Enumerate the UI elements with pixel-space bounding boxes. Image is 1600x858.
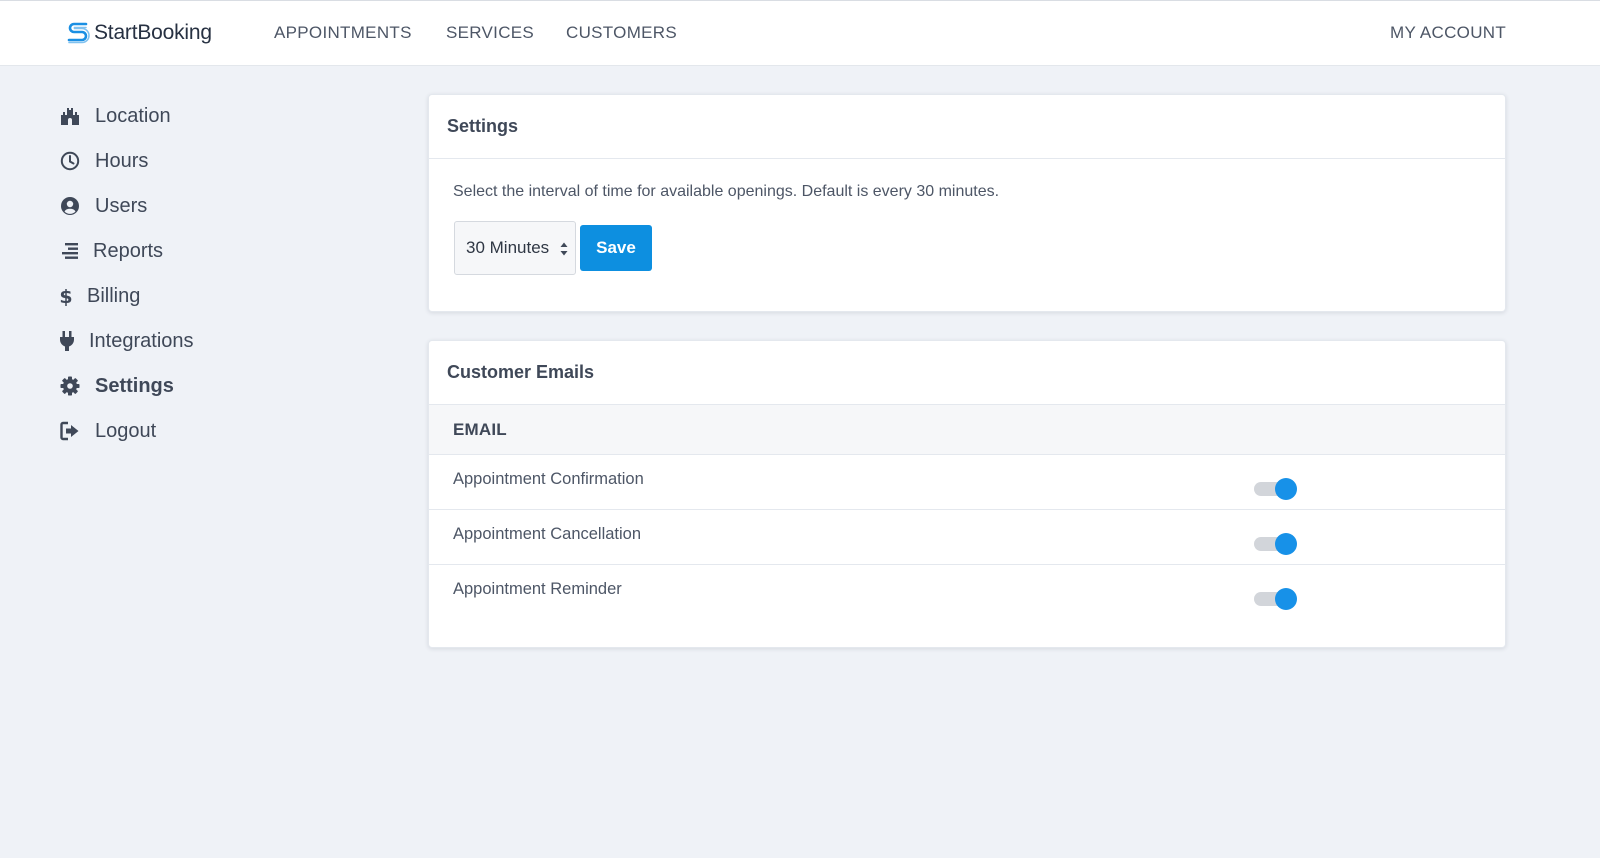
nav-appointments[interactable]: APPOINTMENTS xyxy=(274,23,412,43)
toggle-knob xyxy=(1275,478,1297,500)
sidebar-item-label: Settings xyxy=(95,374,174,397)
email-row-confirmation: Appointment Confirmation xyxy=(429,455,1505,510)
sidebar-item-label: Hours xyxy=(95,149,149,172)
sidebar-item-logout[interactable]: Logout xyxy=(59,417,156,445)
interval-selected-value: 30 Minutes xyxy=(466,238,550,257)
svg-text:$: $ xyxy=(59,286,72,307)
sidebar-item-users[interactable]: Users xyxy=(59,192,147,220)
cancellation-toggle[interactable] xyxy=(1251,530,1299,556)
sidebar-item-label: Reports xyxy=(93,239,164,262)
save-button[interactable]: Save xyxy=(580,225,652,271)
clock-icon xyxy=(59,150,81,172)
sidebar-item-label: Location xyxy=(95,104,171,127)
user-circle-icon xyxy=(59,195,81,217)
gear-icon xyxy=(59,375,81,397)
email-column-header: EMAIL xyxy=(429,405,1505,455)
interval-description: Select the interval of time for availabl… xyxy=(453,183,1000,200)
email-row-label: Appointment Reminder xyxy=(453,580,622,598)
toggle-knob xyxy=(1275,588,1297,610)
settings-card-title: Settings xyxy=(429,95,1505,159)
sidebar-item-settings[interactable]: Settings xyxy=(59,372,174,400)
select-arrows-icon xyxy=(560,242,568,256)
email-row-reminder: Appointment Reminder xyxy=(429,565,1505,620)
email-row-cancellation: Appointment Cancellation xyxy=(429,510,1505,565)
nav-my-account[interactable]: MY ACCOUNT xyxy=(1390,23,1506,43)
reminder-toggle[interactable] xyxy=(1251,585,1299,611)
sidebar-item-label: Billing xyxy=(87,284,141,307)
customer-emails-card: Customer Emails EMAIL Appointment Confir… xyxy=(428,340,1506,648)
customer-emails-card-title: Customer Emails xyxy=(429,341,1505,405)
top-navigation-bar: StartBooking APPOINTMENTS SERVICES CUSTO… xyxy=(0,0,1600,66)
startbooking-logo-icon xyxy=(67,22,90,44)
nav-customers[interactable]: CUSTOMERS xyxy=(566,23,677,43)
email-row-label: Appointment Cancellation xyxy=(453,525,642,543)
sidebar-item-location[interactable]: Location xyxy=(59,102,171,130)
brand-name: StartBooking xyxy=(94,21,212,44)
sidebar-item-reports[interactable]: Reports xyxy=(59,237,163,265)
brand-logo[interactable]: StartBooking xyxy=(66,19,212,47)
nav-services[interactable]: SERVICES xyxy=(446,23,534,43)
dollar-icon: $ xyxy=(59,285,73,307)
plug-icon xyxy=(59,330,75,352)
sidebar-item-label: Integrations xyxy=(89,329,194,352)
sidebar-item-hours[interactable]: Hours xyxy=(59,147,148,175)
sidebar-item-label: Users xyxy=(95,194,148,217)
toggle-knob xyxy=(1275,533,1297,555)
sidebar-item-billing[interactable]: $ Billing xyxy=(59,282,140,310)
sidebar-item-label: Logout xyxy=(95,419,157,442)
confirmation-toggle[interactable] xyxy=(1251,475,1299,501)
list-icon xyxy=(59,240,81,262)
castle-icon xyxy=(59,105,81,127)
email-row-label: Appointment Confirmation xyxy=(453,470,644,488)
settings-card: Settings Select the interval of time for… xyxy=(428,94,1506,312)
interval-select[interactable]: 30 Minutes xyxy=(454,221,576,275)
logout-icon xyxy=(59,420,81,442)
sidebar-item-integrations[interactable]: Integrations xyxy=(59,327,194,355)
